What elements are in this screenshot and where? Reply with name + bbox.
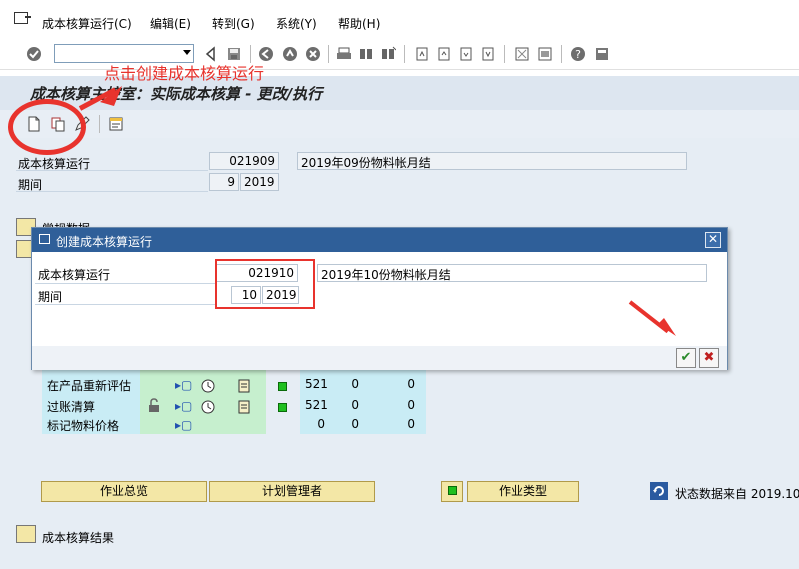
dialog-run-label: 成本核算运行 xyxy=(38,268,111,282)
status-green-icon xyxy=(447,486,457,495)
dialog-period-label: 期间 xyxy=(38,290,63,304)
annotation-text: 点击创建成本核算运行 xyxy=(104,64,265,83)
create-run-dialog: 创建成本核算运行 ✕ 成本核算运行 021910 2019年10份物料帐月结 期… xyxy=(31,227,728,370)
status-data-text: 状态数据来自 2019.10 xyxy=(675,487,799,501)
step-count-2: 0 xyxy=(351,377,359,391)
last-page-icon[interactable] xyxy=(480,46,496,62)
toolbar-separator xyxy=(404,45,405,63)
clock-icon[interactable] xyxy=(200,399,216,415)
find-icon[interactable] xyxy=(358,46,374,62)
dialog-run-desc-input[interactable]: 2019年10份物料帐月结 xyxy=(317,264,707,282)
cancel-icon[interactable] xyxy=(305,46,321,62)
unlock-icon[interactable] xyxy=(146,398,162,414)
dialog-title: 创建成本核算运行 xyxy=(56,235,153,249)
toolbar-separator xyxy=(504,45,505,63)
status-green-icon xyxy=(278,403,287,412)
run-desc-field[interactable]: 2019年09份物料帐月结 xyxy=(297,152,687,170)
toolbar-separator xyxy=(328,45,329,63)
menu-help[interactable]: 帮助(H) xyxy=(338,15,380,32)
chevron-down-icon[interactable] xyxy=(183,50,191,55)
job-planner-button[interactable]: 计划管理者 xyxy=(209,481,375,502)
exit-icon[interactable] xyxy=(282,46,298,62)
costing-results-link[interactable]: 成本核算结果 xyxy=(42,529,114,546)
status-green-icon xyxy=(278,382,287,391)
flow-arrow-icon[interactable]: ▸▢ xyxy=(172,416,195,436)
next-page-icon[interactable] xyxy=(458,46,474,62)
dialog-close-button[interactable]: ✕ xyxy=(705,232,721,248)
svg-text:?: ? xyxy=(575,48,581,61)
dialog-ok-button[interactable]: ✔ xyxy=(676,348,696,368)
dialog-cancel-button[interactable]: ✖ xyxy=(699,348,719,368)
step-count-3: 0 xyxy=(407,398,415,412)
step-count-2: 0 xyxy=(351,417,359,431)
dialog-footer: ✔ ✖ xyxy=(32,346,727,370)
clock-icon[interactable] xyxy=(200,378,216,394)
flow-arrow-icon[interactable]: ▸▢ xyxy=(172,376,195,396)
find-next-icon[interactable] xyxy=(380,46,396,62)
shortcut-icon[interactable] xyxy=(537,46,553,62)
period-year-field[interactable]: 2019 xyxy=(240,173,279,191)
log-scroll-icon[interactable] xyxy=(236,378,252,394)
period-month-field[interactable]: 9 xyxy=(209,173,239,191)
dialog-title-bar: 创建成本核算运行 ✕ xyxy=(32,228,727,252)
log-scroll-icon[interactable] xyxy=(236,399,252,415)
new-session-icon[interactable] xyxy=(514,46,530,62)
menu-edit[interactable]: 编辑(E) xyxy=(150,15,191,32)
help-icon[interactable]: ? xyxy=(570,46,586,62)
step-count-3: 0 xyxy=(407,417,415,431)
step-count-1: 0 xyxy=(317,417,325,431)
flow-arrow-icon[interactable]: ▸▢ xyxy=(172,397,195,417)
step-name: 在产品重新评估 xyxy=(47,379,132,393)
annotation-arrowhead-icon xyxy=(658,318,676,336)
annotation-arrowhead-icon xyxy=(100,86,122,106)
toolbar-separator xyxy=(99,115,100,133)
dialog-app-icon xyxy=(39,234,50,244)
folder-icon[interactable] xyxy=(16,525,36,543)
step-count-1: 521 xyxy=(305,377,328,391)
menu-goto[interactable]: 转到(G) xyxy=(212,15,255,32)
period-label: 期间 xyxy=(18,178,43,192)
dialog-body: 成本核算运行 021910 2019年10份物料帐月结 期间 10 2019 xyxy=(32,252,727,346)
menu-system[interactable]: 系统(Y) xyxy=(276,15,317,32)
job-overview-button[interactable]: 作业总览 xyxy=(41,481,207,502)
refresh-icon[interactable] xyxy=(650,482,668,500)
step-count-1: 521 xyxy=(305,398,328,412)
period-label-row xyxy=(16,174,208,192)
run-label: 成本核算运行 xyxy=(18,157,91,171)
job-type-button[interactable]: 作业类型 xyxy=(467,481,579,502)
step-count-3: 0 xyxy=(407,377,415,391)
step-name: 过账清算 xyxy=(47,400,96,414)
annotation-red-box xyxy=(215,259,315,309)
prev-page-icon[interactable] xyxy=(436,46,452,62)
toolbar-separator xyxy=(561,45,562,63)
notes-icon[interactable] xyxy=(108,116,124,132)
menu-app-icon[interactable] xyxy=(14,12,31,24)
layout-menu-icon[interactable] xyxy=(594,46,610,62)
menu-cost-run[interactable]: 成本核算运行(C) xyxy=(42,15,132,32)
menu-bar: 成本核算运行(C) 编辑(E) 转到(G) 系统(Y) 帮助(H) xyxy=(0,0,799,38)
run-id-field[interactable]: 021909 xyxy=(209,152,279,170)
annotation-ellipse xyxy=(8,99,86,155)
step-name: 标记物料价格 xyxy=(47,419,120,433)
print-icon[interactable] xyxy=(336,46,352,62)
first-page-icon[interactable] xyxy=(414,46,430,62)
step-count-2: 0 xyxy=(351,398,359,412)
application-toolbar xyxy=(0,110,799,138)
status-button[interactable] xyxy=(441,481,463,502)
enter-check-icon[interactable] xyxy=(26,46,42,62)
page-title: 成本核算主控室：实际成本核算 - 更改/执行 xyxy=(30,85,323,103)
